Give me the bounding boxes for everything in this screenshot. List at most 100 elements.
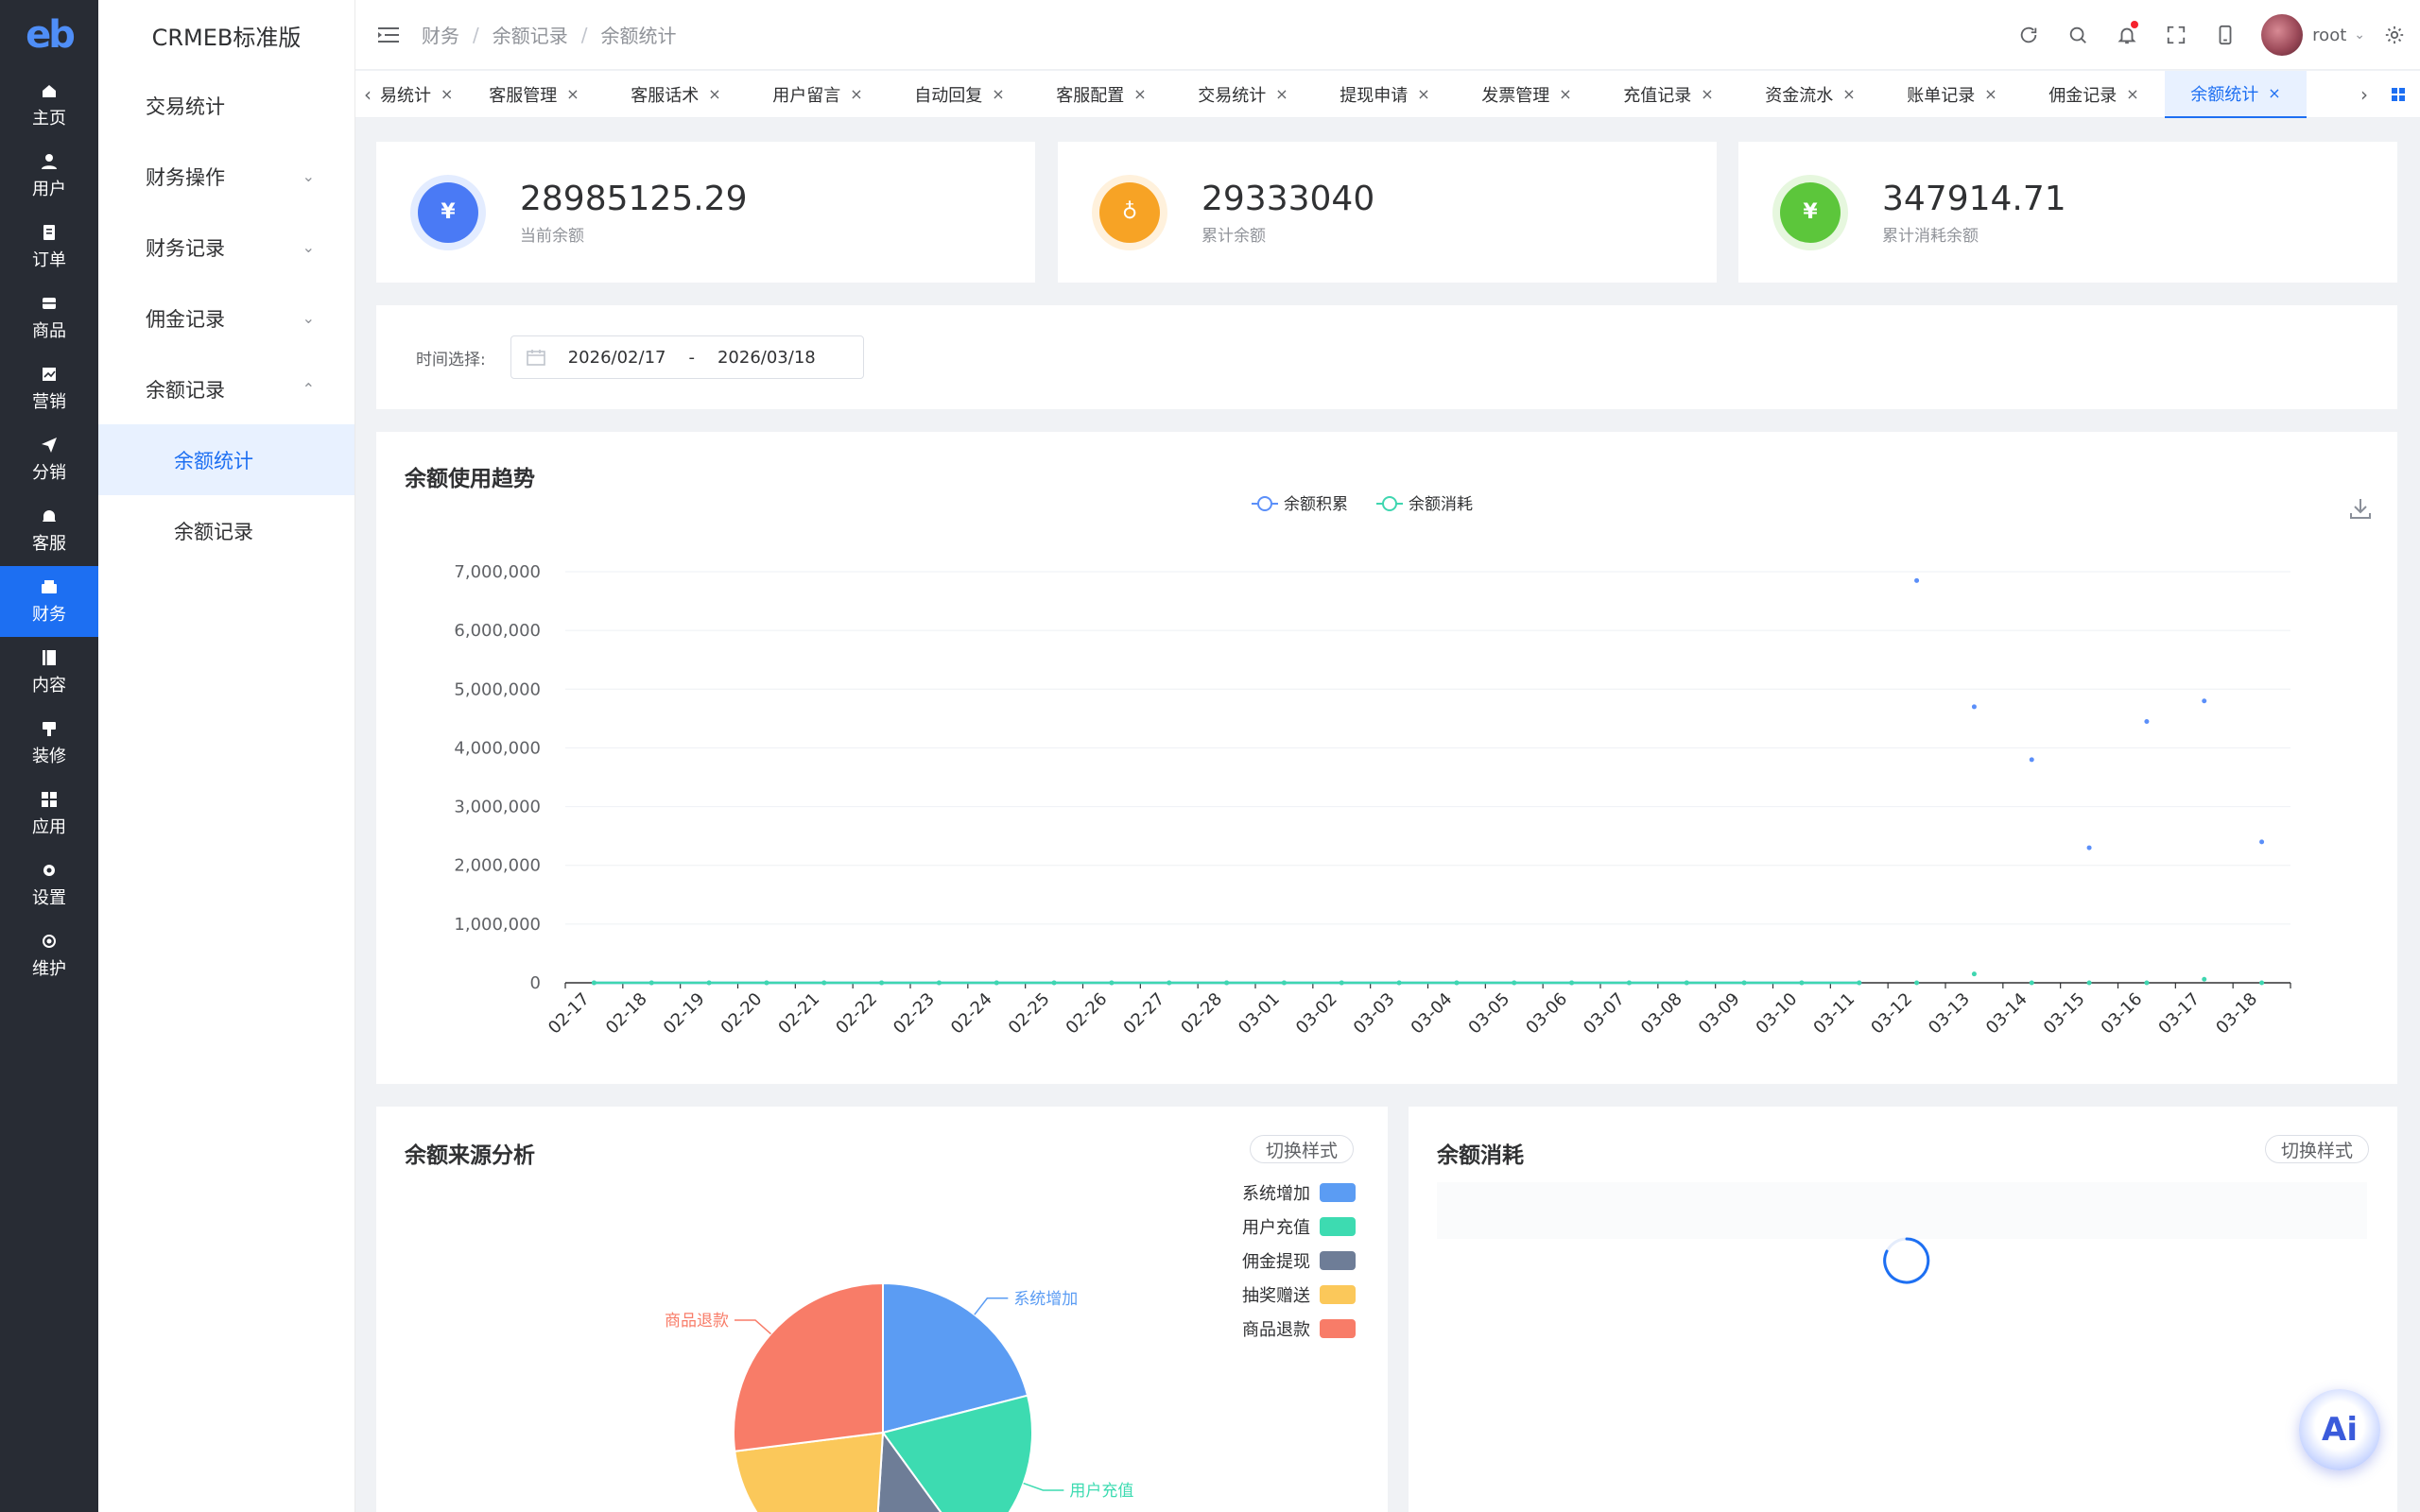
tab[interactable]: 提现申请 × [1314, 71, 1456, 118]
tab[interactable]: 余额统计 × [2165, 70, 2307, 118]
ai-assistant-button[interactable]: Ai [2299, 1389, 2380, 1470]
menu-toggle-button[interactable] [355, 26, 422, 44]
breadcrumb-item[interactable]: 财务 [422, 21, 459, 48]
tab[interactable]: 账单记录 × [1881, 71, 2023, 118]
submenu-item[interactable]: 余额记录 ⌃ [98, 353, 354, 424]
username[interactable]: root [2312, 26, 2346, 45]
close-icon[interactable]: × [1417, 85, 1429, 103]
rail-item-home[interactable]: 主页 [0, 70, 98, 141]
finance-icon [42, 579, 57, 593]
breadcrumb-item[interactable]: 余额记录 [493, 21, 568, 48]
submenu-child-item[interactable]: 余额记录 [98, 495, 354, 566]
submenu-item[interactable]: 交易统计 [98, 70, 354, 141]
tab[interactable]: 资金流水 × [1739, 71, 1881, 118]
trend-line-chart: 0 1,000,000 2,000,000 3,000,000 4,000,000 5,0… [454, 495, 2291, 1039]
tab[interactable]: 客服管理 × [463, 71, 605, 118]
x-tick-label: 03-06 [1522, 989, 1571, 1039]
series-point [2202, 698, 2207, 704]
series-point [1512, 980, 1517, 986]
tabs-menu-button[interactable] [2377, 87, 2420, 102]
close-icon[interactable]: × [708, 85, 720, 103]
submenu-child-item[interactable]: 余额统计 [98, 424, 354, 495]
tab-label: 客服话术 [631, 85, 700, 106]
tab[interactable]: 佣金记录 × [2023, 71, 2165, 118]
rail-item-settings[interactable]: 设置 [0, 850, 98, 920]
rail-item-service[interactable]: 客服 [0, 495, 98, 566]
rail-item-finance[interactable]: 财务 [0, 566, 98, 637]
y-tick-label: 6,000,000 [454, 621, 541, 641]
submenu-item[interactable]: 财务记录 ⌄ [98, 212, 354, 283]
x-tick-label: 03-09 [1695, 989, 1744, 1039]
tab[interactable]: 发票管理 × [1456, 71, 1598, 118]
refresh-button[interactable] [2004, 0, 2053, 70]
x-tick-label: 03-11 [1809, 989, 1858, 1039]
rail-item-decoration[interactable]: 装修 [0, 708, 98, 779]
tab[interactable]: 易统计 × [380, 71, 463, 118]
date-start[interactable]: 2026/02/17 [568, 348, 666, 368]
tab[interactable]: 用户留言 × [747, 71, 889, 118]
series-point [1914, 980, 1920, 986]
close-icon[interactable]: × [1842, 85, 1855, 103]
tab[interactable]: 自动回复 × [889, 71, 1030, 118]
app-logo[interactable]: eb [0, 0, 98, 70]
rail-item-order[interactable]: 订单 [0, 212, 98, 283]
marketing-icon [43, 367, 56, 381]
close-icon[interactable]: × [2126, 85, 2138, 103]
submenu-item[interactable]: 佣金记录 ⌄ [98, 283, 354, 353]
tab[interactable]: 充值记录 × [1598, 71, 1739, 118]
tab[interactable]: 客服配置 × [1030, 71, 1172, 118]
x-tick-label: 02-19 [660, 989, 709, 1039]
series-point [1684, 980, 1689, 986]
rail-item-distribution[interactable]: 分销 [0, 424, 98, 495]
series-point [2259, 839, 2265, 845]
x-tick-label: 02-28 [1177, 989, 1226, 1039]
notification-button[interactable] [2102, 0, 2152, 70]
chevron-down-icon[interactable]: ⌄ [2354, 27, 2365, 43]
x-tick-label: 02-17 [544, 989, 594, 1039]
rail-item-apps[interactable]: 应用 [0, 779, 98, 850]
tabs-scroll-right[interactable]: › [2352, 83, 2377, 106]
tabs-scroll-left[interactable]: ‹ [355, 83, 380, 106]
pie-label-line [734, 1319, 771, 1335]
consume-switch-style-button[interactable]: 切换样式 [2265, 1135, 2370, 1163]
x-tick-label: 03-02 [1292, 989, 1341, 1039]
close-icon[interactable]: × [1559, 85, 1571, 103]
x-tick-label: 02-24 [947, 989, 996, 1039]
tab[interactable]: 客服话术 × [605, 71, 747, 118]
settings-button[interactable] [2378, 0, 2411, 70]
rail-item-marketing[interactable]: 营销 [0, 353, 98, 424]
fullscreen-button[interactable] [2152, 0, 2201, 70]
wallet-icon: ♁ [1099, 181, 1160, 243]
legend-marker [1382, 496, 1397, 511]
rail-item-maintenance[interactable]: 维护 [0, 920, 98, 991]
submenu-item[interactable]: 财务操作 ⌄ [98, 141, 354, 212]
avatar[interactable] [2261, 14, 2304, 56]
mobile-preview-button[interactable] [2201, 0, 2250, 70]
order-icon [43, 224, 55, 240]
brand-title: CRMEB标准版 [151, 24, 302, 51]
close-icon[interactable]: × [1133, 85, 1146, 103]
close-icon[interactable]: × [1275, 85, 1288, 103]
stat-label: 累计余额 [1201, 226, 1266, 246]
close-icon[interactable]: × [441, 85, 453, 103]
x-tick-label: 03-13 [1925, 989, 1974, 1039]
stat-icon-ring: ¥ [1772, 174, 1848, 250]
close-icon[interactable]: × [2268, 84, 2280, 102]
close-icon[interactable]: × [850, 85, 862, 103]
apps-icon [42, 791, 57, 807]
trend-chart-card: 余额使用趋势 0 1,000,000 2,000,000 3,000,000 4,000… [376, 432, 2397, 1084]
series-point [1741, 980, 1747, 986]
date-range-picker[interactable]: 2026/02/17 - 2026/03/18 [510, 335, 864, 379]
close-icon[interactable]: × [1984, 85, 1996, 103]
close-icon[interactable]: × [1701, 85, 1713, 103]
rail-item-goods[interactable]: 商品 [0, 283, 98, 353]
rail-item-content[interactable]: 内容 [0, 637, 98, 708]
close-icon[interactable]: × [992, 85, 1004, 103]
close-icon[interactable]: × [566, 85, 579, 103]
tab[interactable]: 交易统计 × [1172, 71, 1314, 118]
rail-item-user[interactable]: 用户 [0, 141, 98, 212]
search-button[interactable] [2053, 0, 2102, 70]
date-end[interactable]: 2026/03/18 [717, 348, 816, 368]
rail-item-label: 分销 [32, 462, 66, 483]
pie-label-line [974, 1297, 1009, 1315]
